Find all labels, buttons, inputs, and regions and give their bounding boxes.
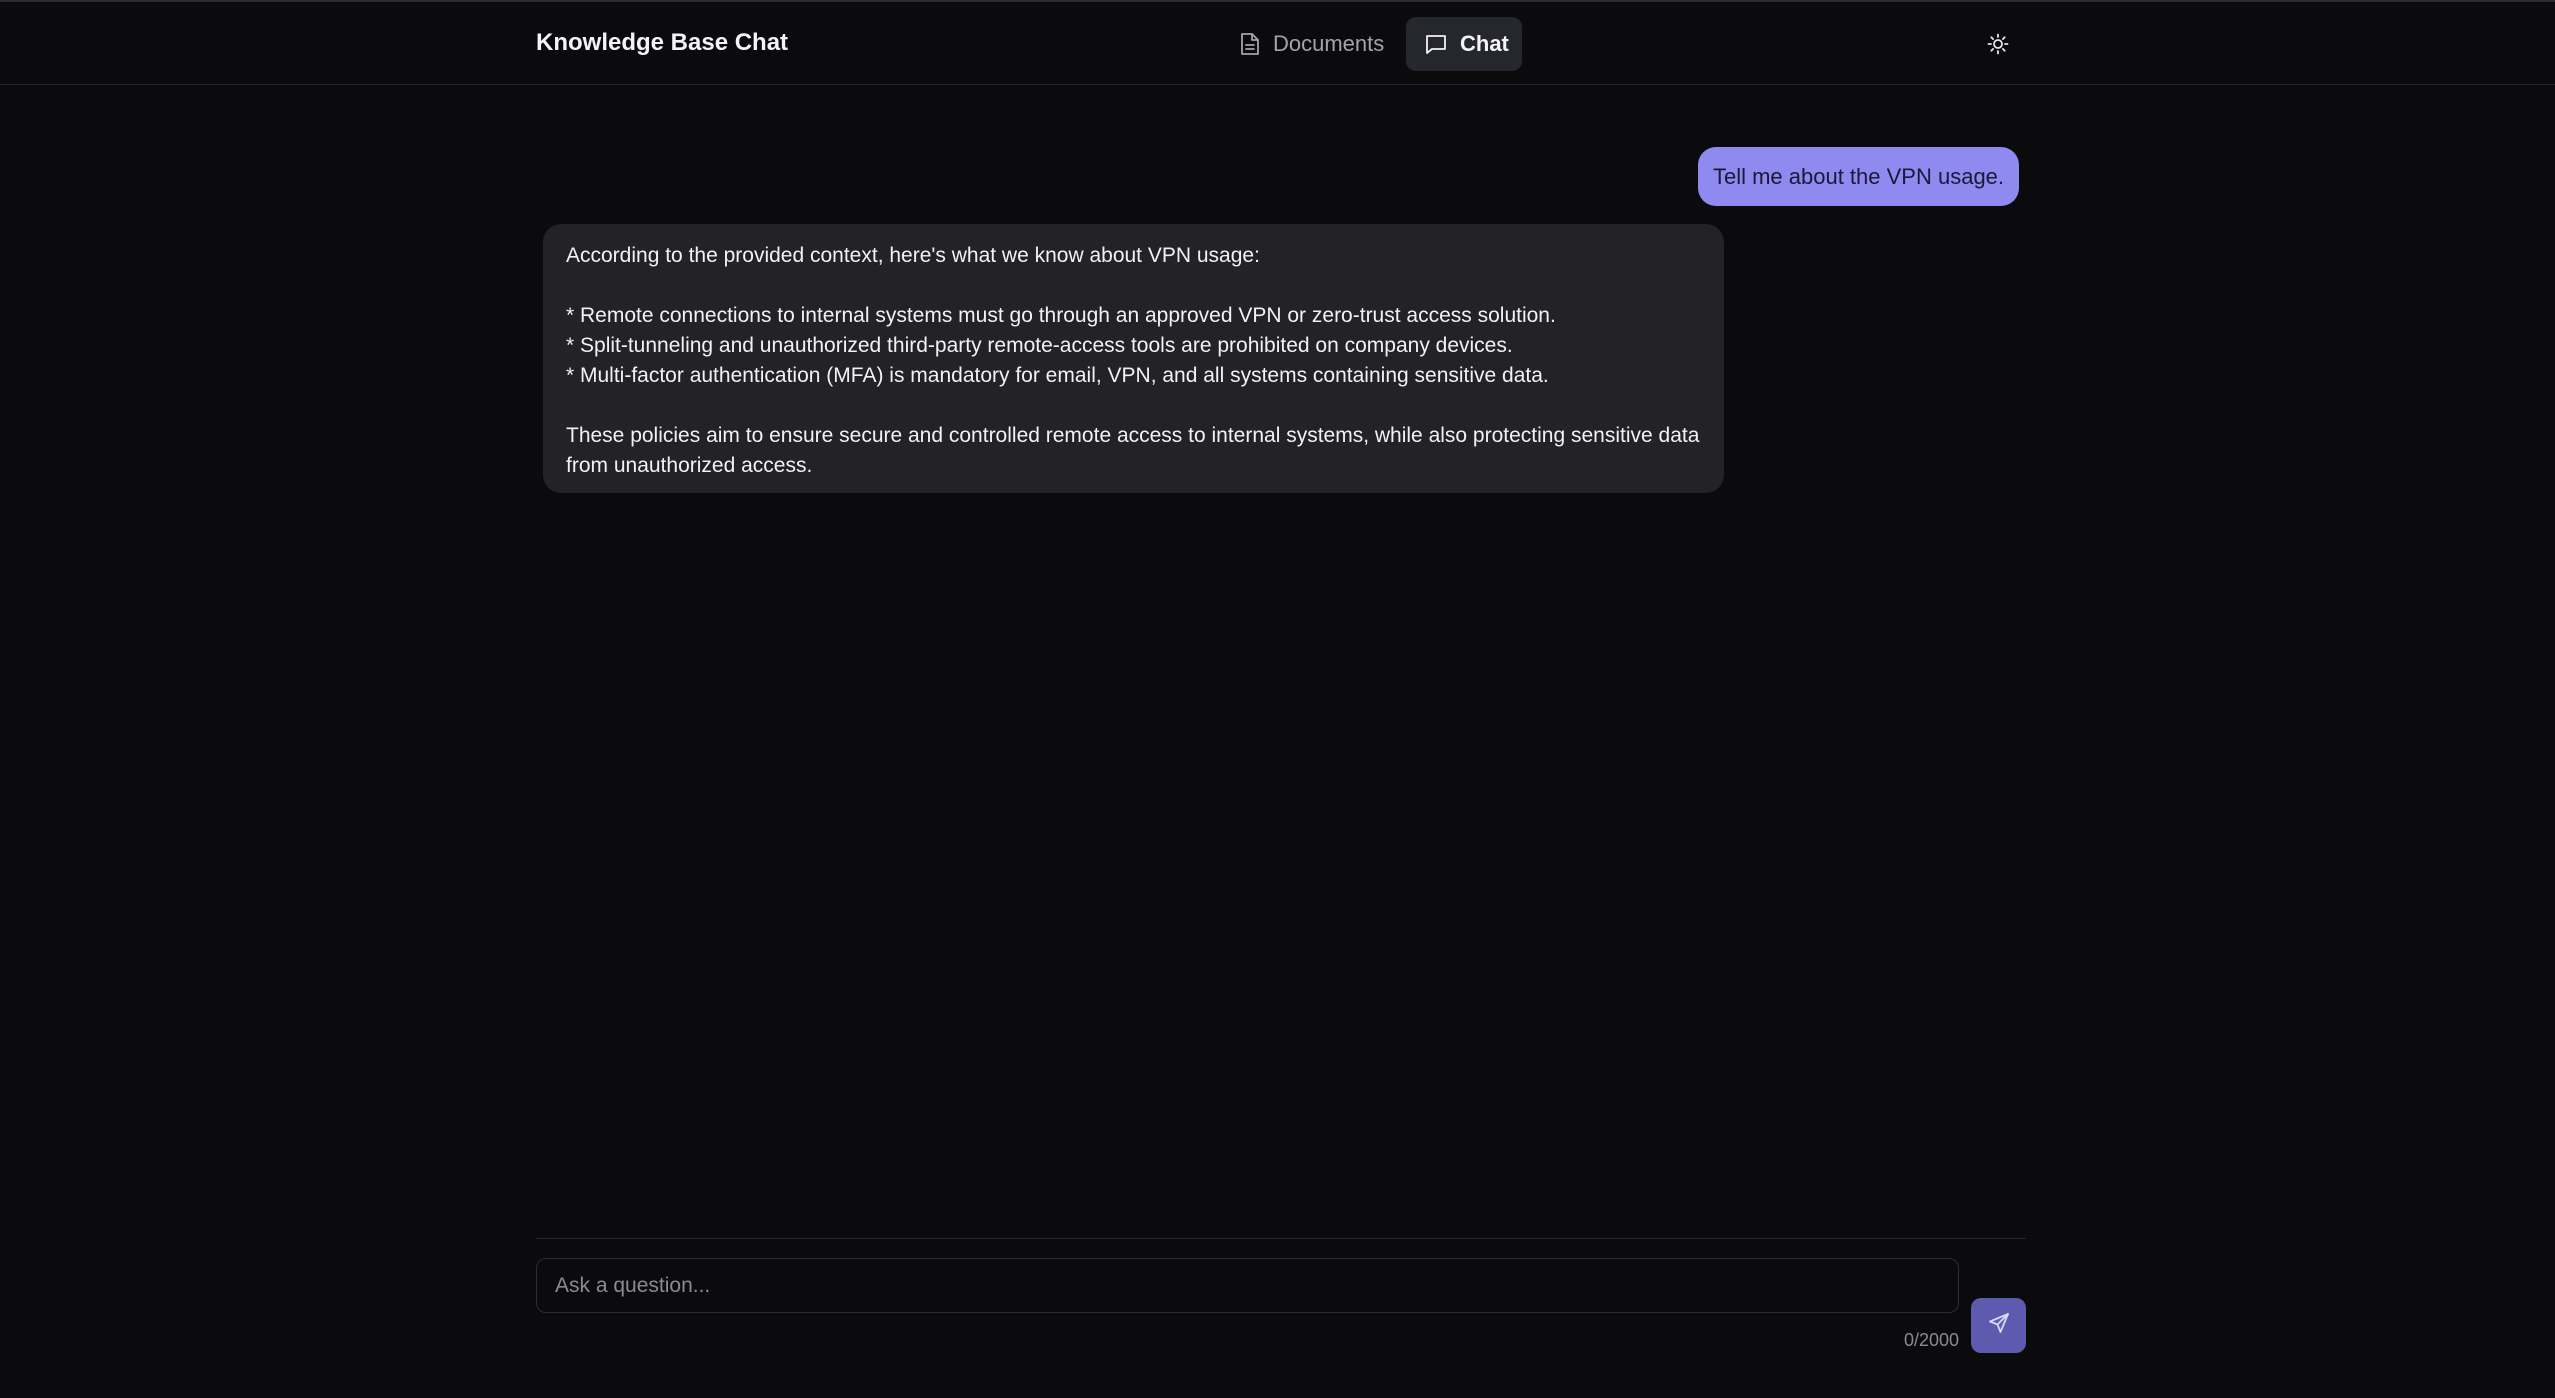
document-icon [1239, 32, 1261, 56]
tab-documents-label: Documents [1273, 31, 1385, 56]
user-message-bubble: Tell me about the VPN usage. [1698, 147, 2019, 206]
theme-toggle-button[interactable] [1980, 28, 2016, 64]
top-navigation-bar: Knowledge Base Chat Documents Chat [0, 0, 2555, 85]
character-counter: 0/2000 [1903, 1330, 1959, 1350]
assistant-message-bubble: According to the provided context, here'… [543, 224, 1724, 493]
chat-bubble-icon [1424, 32, 1448, 56]
question-input[interactable] [536, 1258, 1959, 1313]
sun-icon [1987, 33, 2009, 60]
composer-divider [536, 1238, 2026, 1239]
tab-documents[interactable]: Documents [1221, 17, 1402, 71]
send-icon [1987, 1311, 2011, 1340]
tab-chat-label: Chat [1460, 31, 1509, 56]
send-button[interactable] [1971, 1298, 2026, 1353]
app-title: Knowledge Base Chat [536, 29, 789, 56]
tab-chat[interactable]: Chat [1406, 17, 1522, 71]
